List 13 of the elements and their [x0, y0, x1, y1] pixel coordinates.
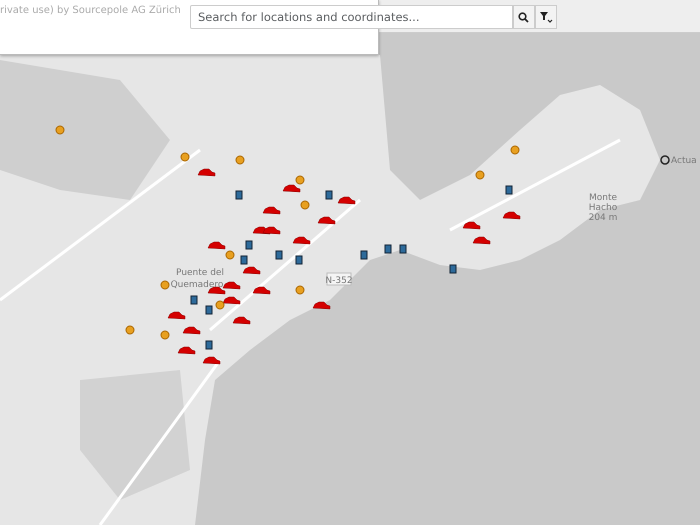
- attribution-text: rivate use) by Sourcepole AG Zürich: [0, 4, 181, 18]
- marker-label: Actua: [671, 156, 697, 166]
- place-label: Monte: [588, 193, 618, 203]
- road-label: N-352: [325, 276, 353, 286]
- search-icon: [518, 12, 530, 22]
- place-label: Hacho: [588, 203, 618, 213]
- filter-icon: [538, 10, 553, 24]
- place-label: 204 m: [588, 213, 618, 223]
- search-button[interactable]: [512, 5, 535, 29]
- place-label: Quemadero: [170, 280, 224, 290]
- place-label: Puente del: [176, 268, 224, 278]
- search-field[interactable]: Search for locations and coordinates...: [190, 5, 513, 29]
- filter-button[interactable]: [534, 5, 558, 29]
